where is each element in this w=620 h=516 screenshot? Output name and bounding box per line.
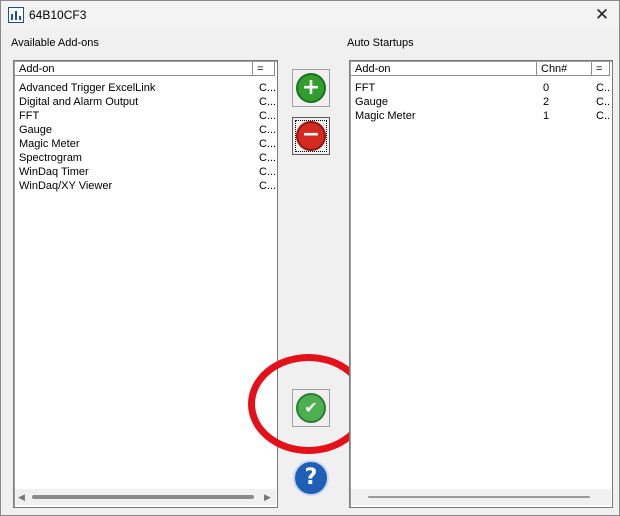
list-item[interactable]: Gauge 2 C... (355, 95, 609, 109)
column-header-addon[interactable]: Add-on (351, 62, 537, 76)
auto-startups-list[interactable]: Add-on Chn# = FFT 0 C... Gauge 2 C... Ma… (349, 60, 613, 508)
close-icon: ✕ (594, 5, 610, 24)
addon-extra: C... (596, 96, 609, 108)
addon-extra: C... (596, 82, 609, 94)
channel-number: 1 (543, 110, 550, 122)
help-button[interactable]: ? (292, 459, 330, 497)
horizontal-scrollbar[interactable] (351, 489, 611, 505)
addon-name: Digital and Alarm Output (19, 96, 139, 108)
list-item[interactable]: Magic Meter C... (19, 137, 275, 151)
addon-name: FFT (19, 110, 40, 122)
available-addons-list[interactable]: Add-on = Advanced Trigger ExcelLink C...… (13, 60, 278, 508)
scroll-right-icon[interactable]: ▶ (264, 489, 271, 505)
column-header-extra[interactable]: = (253, 62, 275, 76)
chart-app-icon (8, 7, 24, 23)
window-title: 64B10CF3 (29, 8, 87, 22)
scroll-thumb[interactable] (368, 496, 590, 498)
channel-number: 0 (543, 82, 550, 94)
channel-number: 2 (543, 96, 550, 108)
blue-question-icon: ? (293, 460, 329, 496)
addon-extra: C... (259, 96, 275, 108)
addon-name: Spectrogram (19, 152, 82, 164)
addon-name: WinDaq/XY Viewer (19, 180, 113, 192)
horizontal-scrollbar[interactable]: ◀ ▶ (15, 489, 276, 505)
addon-extra: C... (259, 82, 275, 94)
addon-extra: C... (259, 124, 275, 136)
add-button[interactable]: + (292, 69, 330, 107)
list-item[interactable]: FFT C... (19, 109, 275, 123)
scroll-thumb[interactable] (32, 495, 254, 499)
column-header-extra[interactable]: = (592, 62, 610, 76)
addon-name: Gauge (19, 124, 53, 136)
red-minus-icon: − (296, 121, 326, 151)
dialog-window: 64B10CF3 ✕ Available Add-ons Add-on = Ad… (0, 0, 620, 516)
close-button[interactable]: ✕ (589, 3, 615, 27)
list-item[interactable]: Digital and Alarm Output C... (19, 95, 275, 109)
list-item[interactable]: Gauge C... (19, 123, 275, 137)
addon-extra: C... (596, 110, 609, 122)
addon-extra: C... (259, 138, 275, 150)
column-header-chn[interactable]: Chn# (537, 62, 592, 76)
addon-name: Magic Meter (19, 138, 80, 150)
available-addons-label: Available Add-ons (11, 37, 99, 49)
title-bar: 64B10CF3 ✕ (1, 1, 619, 29)
list-item[interactable]: Advanced Trigger ExcelLink C... (19, 81, 275, 95)
addon-name: WinDaq Timer (19, 166, 89, 178)
addon-name: Magic Meter (355, 110, 416, 122)
list-item[interactable]: Magic Meter 1 C... (355, 109, 609, 123)
column-header-addon[interactable]: Add-on (15, 62, 253, 76)
addon-extra: C... (259, 180, 275, 192)
remove-button[interactable]: − (292, 117, 330, 155)
addon-name: FFT (355, 82, 376, 94)
list-item[interactable]: WinDaq/XY Viewer C... (19, 179, 275, 193)
addon-name: Gauge (355, 96, 389, 108)
auto-startups-label: Auto Startups (347, 37, 414, 49)
list-item[interactable]: Spectrogram C... (19, 151, 275, 165)
list-item[interactable]: WinDaq Timer C... (19, 165, 275, 179)
list-item[interactable]: FFT 0 C... (355, 81, 609, 95)
addon-extra: C... (259, 110, 275, 122)
addon-extra: C... (259, 152, 275, 164)
green-plus-icon: + (296, 73, 326, 103)
addon-extra: C... (259, 166, 275, 178)
addon-name: Advanced Trigger ExcelLink (19, 82, 156, 94)
scroll-left-icon[interactable]: ◀ (18, 489, 25, 505)
